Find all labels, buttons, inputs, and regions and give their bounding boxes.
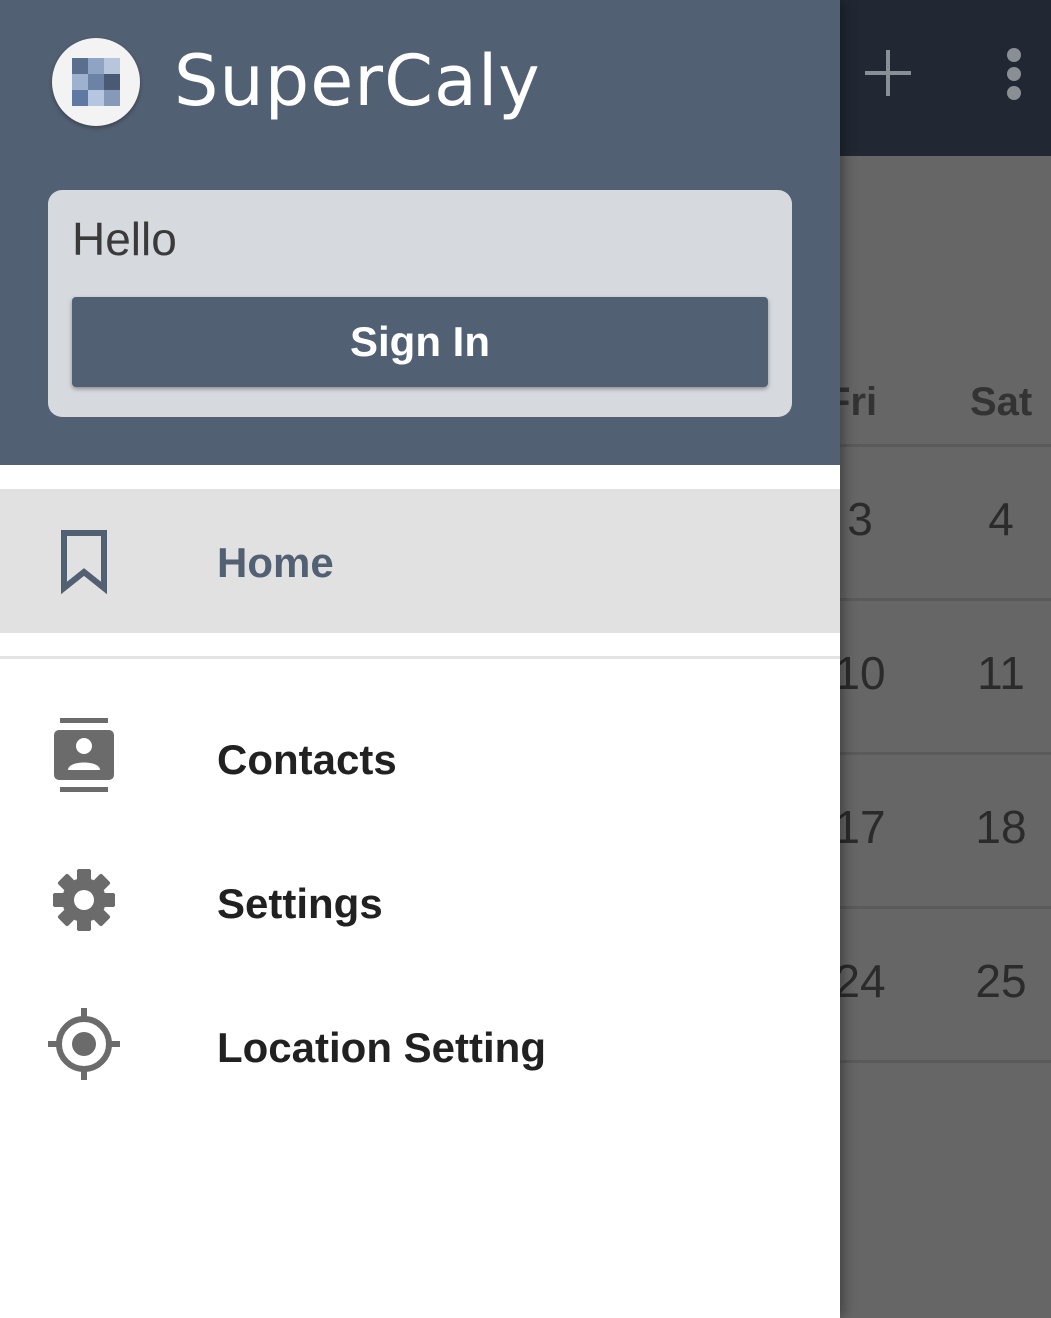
calendar-day[interactable]: 4 — [941, 492, 1051, 546]
add-icon[interactable] — [862, 42, 914, 104]
calendar-day[interactable]: 11 — [941, 646, 1051, 700]
nav-item-home[interactable]: Home — [0, 489, 840, 633]
nav-item-label: Location Setting — [217, 1024, 546, 1071]
contacts-icon — [54, 718, 114, 792]
more-vert-icon[interactable] — [1001, 44, 1027, 104]
nav-divider — [0, 656, 840, 659]
nav-item-location-setting[interactable]: Location Setting — [0, 974, 840, 1118]
gear-icon — [53, 869, 115, 931]
nav-item-contacts[interactable]: Contacts — [0, 686, 840, 830]
location-target-icon — [48, 1008, 120, 1080]
nav-item-settings[interactable]: Settings — [0, 830, 840, 974]
app-title: SuperCaly — [174, 40, 541, 122]
nav-item-label: Settings — [217, 880, 383, 927]
nav-item-label: Home — [217, 539, 334, 586]
sign-in-button[interactable]: Sign In — [72, 297, 768, 387]
day-header-sat: Sat — [970, 380, 1033, 424]
app-logo-icon — [52, 38, 140, 126]
calendar-day[interactable]: 18 — [941, 800, 1051, 854]
calendar-day[interactable]: 25 — [941, 954, 1051, 1008]
bookmark-icon — [61, 530, 107, 595]
drawer-header: SuperCaly Hello Sign In — [0, 0, 840, 465]
nav-item-label: Contacts — [217, 736, 397, 783]
navigation-drawer: SuperCaly Hello Sign In Home Contacts Se… — [0, 0, 840, 1318]
account-card: Hello Sign In — [48, 190, 792, 417]
greeting-text: Hello — [72, 213, 177, 265]
